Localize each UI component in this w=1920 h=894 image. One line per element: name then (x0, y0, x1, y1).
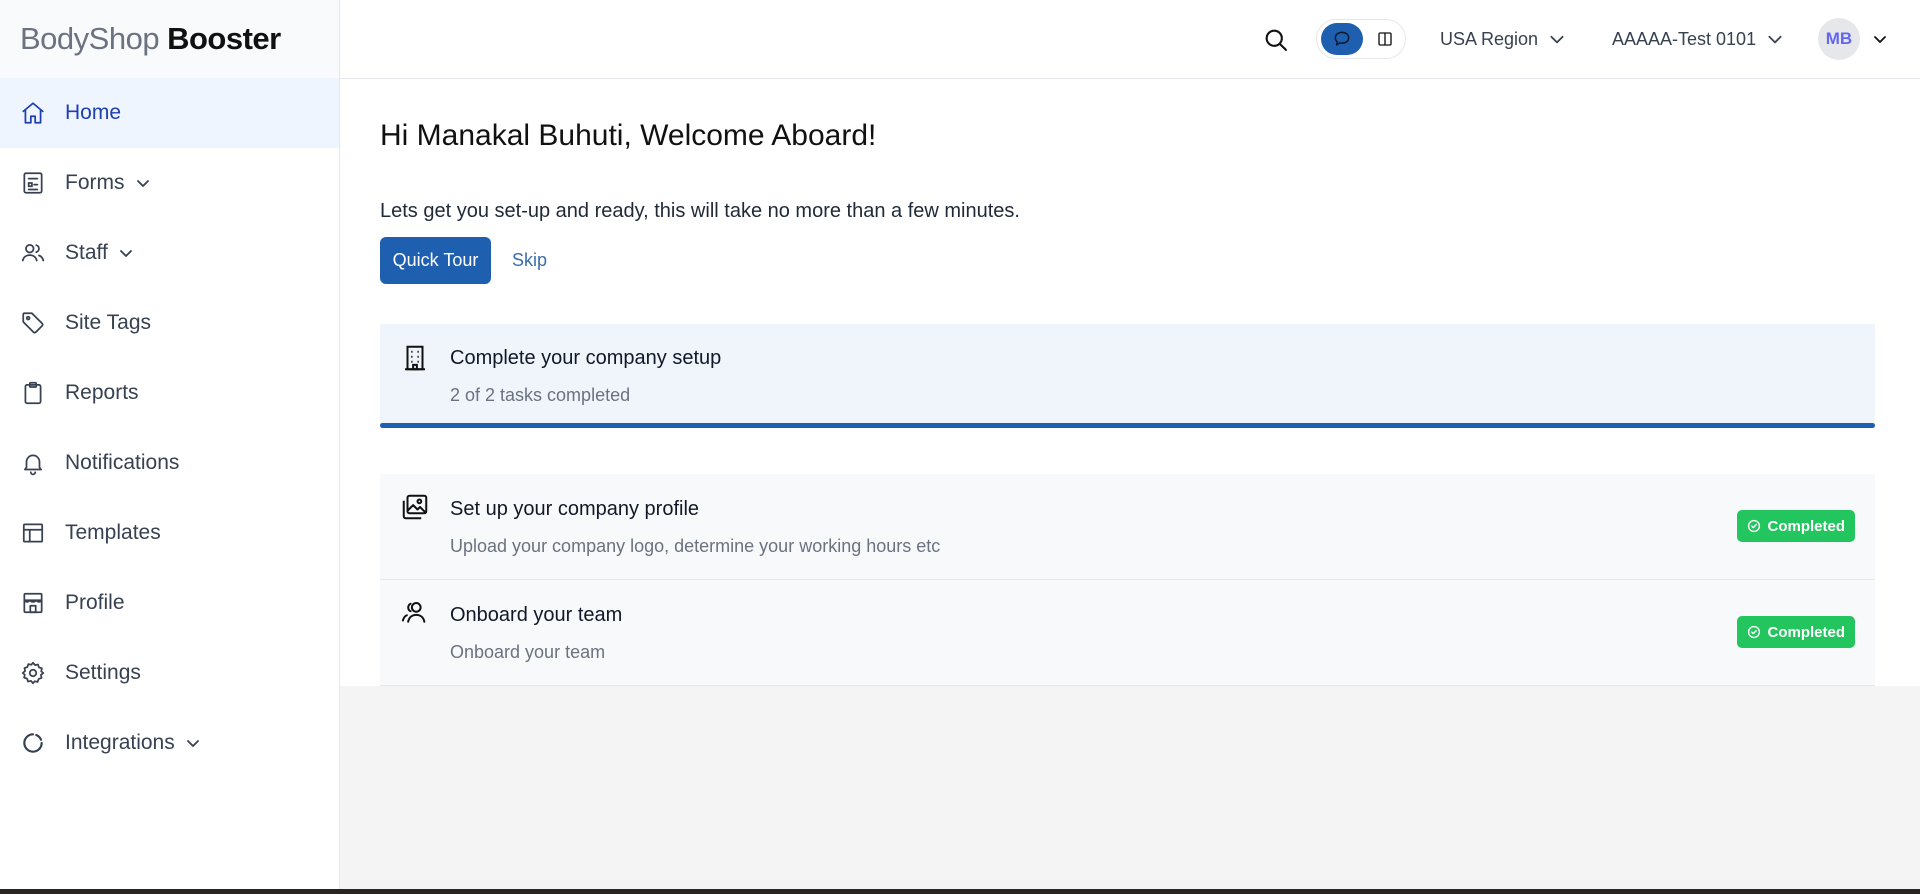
sidebar-item-label: Site Tags (65, 311, 151, 334)
gear-icon (20, 660, 46, 686)
layout-icon (20, 520, 46, 546)
image-gallery-icon (400, 492, 430, 522)
status-badge-label: Completed (1767, 623, 1845, 641)
users-icon (400, 598, 430, 628)
sidebar: BodyShop Booster Home Forms Staff Site T… (0, 0, 340, 889)
home-icon (20, 100, 46, 126)
chevron-down-icon (135, 175, 151, 191)
sidebar-item-notifications[interactable]: Notifications (0, 428, 339, 498)
sidebar-item-integrations[interactable]: Integrations (0, 708, 339, 778)
region-dropdown[interactable]: USA Region (1440, 22, 1566, 56)
sidebar-item-label: Integrations (65, 731, 175, 754)
company-setup-card: Complete your company setup 2 of 2 tasks… (380, 324, 1875, 428)
setup-progress-bar (380, 423, 1875, 428)
bottom-edge (0, 889, 1920, 894)
sidebar-item-forms[interactable]: Forms (0, 148, 339, 218)
chevron-down-icon (118, 245, 134, 261)
check-circle-icon (1748, 519, 1761, 533)
brand-logo-light: BodyShop (20, 21, 160, 56)
chevron-down-icon (1872, 31, 1888, 47)
search-icon (1265, 29, 1287, 51)
chat-view-toggle[interactable] (1321, 23, 1363, 55)
users-icon (20, 240, 46, 266)
tag-icon (20, 310, 46, 336)
setup-title: Complete your company setup (450, 347, 722, 369)
setup-progress-text: 2 of 2 tasks completed (450, 385, 631, 405)
status-badge: Completed (1737, 616, 1855, 648)
check-circle-icon (1748, 625, 1761, 639)
task-title: Set up your company profile (450, 498, 700, 520)
page-title: Hi Manakal Buhuti, Welcome Aboard! (380, 119, 877, 152)
view-mode-toggle (1316, 19, 1406, 59)
sidebar-item-reports[interactable]: Reports (0, 358, 339, 428)
sidebar-item-label: Forms (65, 171, 125, 194)
sidebar-item-home[interactable]: Home (0, 78, 339, 148)
avatar: MB (1818, 18, 1860, 60)
task-company-profile[interactable]: Set up your company profile Upload your … (380, 474, 1875, 580)
page-subtitle: Lets get you set-up and ready, this will… (380, 200, 1020, 222)
user-menu[interactable]: MB (1818, 18, 1888, 60)
task-description: Onboard your team (450, 642, 606, 662)
sidebar-item-label: Staff (65, 241, 108, 264)
setup-progress-fill (380, 423, 1875, 428)
chat-bubble-icon (1334, 31, 1350, 46)
brand-logo-bold: Booster (167, 21, 281, 56)
chevron-down-icon (1766, 30, 1784, 48)
form-icon (20, 170, 46, 196)
sidebar-item-templates[interactable]: Templates (0, 498, 339, 568)
sidebar-item-label: Home (65, 101, 122, 124)
building-icon (400, 343, 430, 373)
sidebar-item-label: Settings (65, 661, 141, 684)
sidebar-item-label: Templates (65, 521, 161, 544)
account-dropdown[interactable]: AAAAA-Test 0101 (1612, 22, 1784, 56)
status-badge: Completed (1737, 510, 1855, 542)
loader-icon (20, 730, 46, 756)
sidebar-item-label: Profile (65, 591, 125, 614)
brand-logo[interactable]: BodyShop Booster (0, 0, 339, 78)
columns-icon (1378, 32, 1392, 46)
status-badge-label: Completed (1767, 517, 1845, 535)
sidebar-item-site-tags[interactable]: Site Tags (0, 288, 339, 358)
search-button[interactable] (1262, 26, 1290, 54)
region-label: USA Region (1440, 28, 1539, 49)
quick-tour-button[interactable]: Quick Tour (380, 237, 491, 284)
sidebar-item-profile[interactable]: Profile (0, 568, 339, 638)
sidebar-nav: Home Forms Staff Site Tags Reports Notif… (0, 78, 339, 778)
bell-icon (20, 450, 46, 476)
task-description: Upload your company logo, determine your… (450, 536, 941, 556)
split-view-toggle[interactable] (1369, 23, 1401, 55)
clipboard-icon (20, 380, 46, 406)
top-bar: USA Region AAAAA-Test 0101 MB (340, 0, 1920, 79)
skip-button[interactable]: Skip (512, 237, 547, 284)
sidebar-item-label: Notifications (65, 451, 180, 474)
task-title: Onboard your team (450, 604, 623, 626)
sidebar-item-settings[interactable]: Settings (0, 638, 339, 708)
task-onboard-team[interactable]: Onboard your team Onboard your team Comp… (380, 580, 1875, 686)
chevron-down-icon (185, 735, 201, 751)
sidebar-item-staff[interactable]: Staff (0, 218, 339, 288)
main-content: Hi Manakal Buhuti, Welcome Aboard! Lets … (340, 79, 1920, 686)
account-label: AAAAA-Test 0101 (1612, 28, 1757, 49)
sidebar-item-label: Reports (65, 381, 139, 404)
store-icon (20, 590, 46, 616)
chevron-down-icon (1548, 30, 1566, 48)
